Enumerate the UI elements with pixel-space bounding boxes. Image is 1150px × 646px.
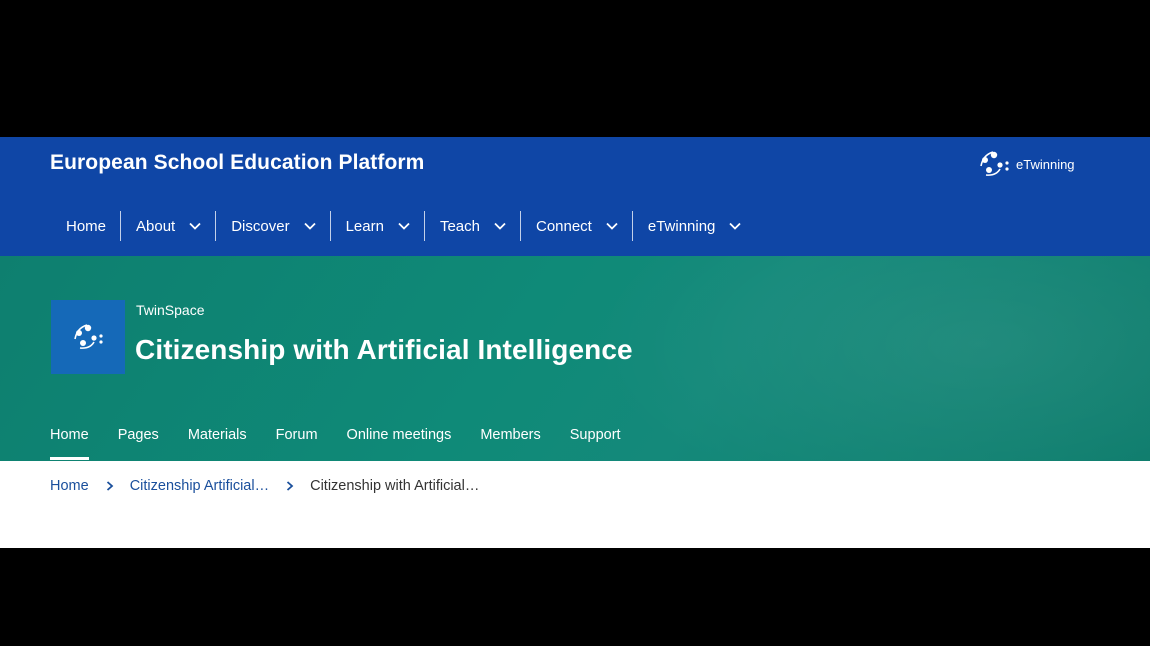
tab-home[interactable]: Home — [50, 424, 89, 460]
chevron-right-icon — [106, 481, 114, 491]
twinspace-tabs: Home Pages Materials Forum Online meetin… — [50, 424, 650, 460]
nav-item-teach[interactable]: Teach — [423, 211, 520, 241]
chevron-down-icon — [398, 222, 410, 230]
breadcrumb-current: Citizenship with Artificial… — [310, 478, 480, 494]
nav-item-label: Learn — [345, 217, 384, 235]
breadcrumb-project-link[interactable]: Citizenship Artificial… — [130, 478, 269, 494]
letterbox-bottom — [0, 548, 1150, 646]
letterbox-top — [0, 0, 1150, 137]
nav-item-discover[interactable]: Discover — [215, 211, 329, 241]
page-title: Citizenship with Artificial Intelligence — [135, 334, 633, 365]
chevron-down-icon — [729, 222, 742, 230]
nav-item-learn[interactable]: Learn — [329, 211, 424, 241]
tab-online-meetings[interactable]: Online meetings — [347, 424, 452, 460]
nav-item-label: Discover — [231, 217, 290, 235]
nav-item-label: Connect — [535, 217, 592, 235]
etwinning-brand-link[interactable]: eTwinning — [976, 149, 1075, 179]
chevron-down-icon — [303, 222, 316, 230]
chevron-right-icon — [287, 481, 294, 491]
etwinning-logo-icon — [980, 151, 1009, 176]
brand-label: eTwinning — [1016, 156, 1075, 172]
breadcrumb-home-link[interactable]: Home — [50, 478, 89, 494]
chevron-down-icon — [606, 222, 618, 230]
nav-item-home[interactable]: Home — [50, 211, 120, 241]
nav-item-label: Home — [66, 217, 107, 235]
tab-support[interactable]: Support — [570, 424, 621, 460]
main-navigation: Home About Discover Learn Teach Connect — [50, 211, 755, 241]
etwinning-logo-icon — [74, 324, 103, 349]
twinspace-logo — [51, 300, 125, 374]
nav-item-about[interactable]: About — [120, 211, 215, 241]
nav-item-connect[interactable]: Connect — [519, 211, 632, 241]
chevron-down-icon — [494, 222, 506, 230]
nav-item-label: eTwinning — [647, 217, 716, 235]
tab-forum[interactable]: Forum — [276, 424, 318, 460]
twinspace-banner: TwinSpace Citizenship with Artificial In… — [0, 256, 1150, 461]
page-frame: European School Education Platform eTwin… — [0, 137, 1150, 548]
tab-members[interactable]: Members — [480, 424, 540, 460]
tab-materials[interactable]: Materials — [188, 424, 247, 460]
nav-item-label: About — [136, 217, 176, 235]
nav-item-label: Teach — [439, 217, 480, 235]
site-title[interactable]: European School Education Platform — [50, 151, 424, 175]
site-header: European School Education Platform eTwin… — [0, 137, 1150, 256]
tab-pages[interactable]: Pages — [118, 424, 159, 460]
chevron-down-icon — [189, 222, 201, 230]
space-kicker: TwinSpace — [136, 302, 205, 318]
nav-item-etwinning[interactable]: eTwinning — [631, 211, 756, 241]
breadcrumb: Home Citizenship Artificial… Citizenship… — [50, 476, 479, 496]
